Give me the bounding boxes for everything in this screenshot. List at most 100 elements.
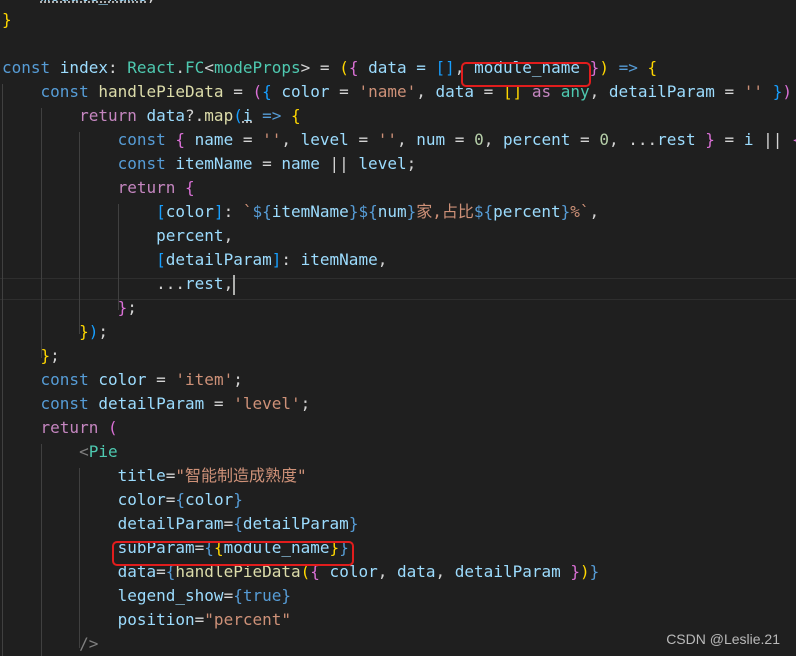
code-token: num xyxy=(377,202,407,221)
code-line[interactable]: const detailParam = 'level'; xyxy=(2,392,311,416)
code-token: } xyxy=(281,586,292,605)
code-token: '' xyxy=(262,130,282,149)
code-token: color xyxy=(165,202,214,221)
code-token: || xyxy=(319,154,359,173)
code-token: 'name' xyxy=(358,82,417,101)
code-line[interactable]: module_name; xyxy=(2,0,157,8)
code-line[interactable]: const handlePieData = ({ color = 'name',… xyxy=(2,80,792,104)
code-line[interactable]: percent, xyxy=(2,224,233,248)
code-token: ( xyxy=(339,58,349,77)
code-token: const xyxy=(2,58,60,77)
code-token: , xyxy=(589,82,609,101)
code-token: ( xyxy=(233,106,243,125)
code-token: "percent" xyxy=(204,610,291,629)
code-token: , xyxy=(281,130,301,149)
code-line[interactable]: return { xyxy=(2,176,195,200)
code-token: : xyxy=(281,250,301,269)
code-line[interactable]: position="percent" xyxy=(2,608,291,632)
code-token: . xyxy=(175,58,186,77)
code-line[interactable]: [detailParam]: itemName, xyxy=(2,248,387,272)
code-token: rest xyxy=(185,274,224,293)
code-token: } xyxy=(406,202,417,221)
code-token: title xyxy=(117,466,166,485)
code-token: } xyxy=(348,202,359,221)
code-token: = xyxy=(223,82,253,101)
code-line[interactable]: /> xyxy=(2,632,98,656)
code-token: ; xyxy=(50,346,60,365)
code-token: name xyxy=(281,154,320,173)
code-token: ; xyxy=(98,322,108,341)
code-token: { xyxy=(175,130,186,149)
code-token: ${ xyxy=(358,202,378,221)
code-line[interactable]: } xyxy=(2,8,12,32)
code-token: modeProps xyxy=(213,58,301,77)
code-line[interactable]: legend_show={true} xyxy=(2,584,291,608)
code-token: , xyxy=(223,274,234,293)
code-token: ) xyxy=(782,82,792,101)
code-line[interactable]: <Pie xyxy=(2,440,118,464)
code-token: = xyxy=(570,130,600,149)
code-token: data xyxy=(396,562,436,581)
code-token: return xyxy=(79,106,147,125)
code-token: const xyxy=(40,82,99,101)
code-line[interactable]: }); xyxy=(2,320,108,344)
code-token: , xyxy=(416,82,436,101)
code-line[interactable]: }; xyxy=(2,296,137,320)
code-token: = xyxy=(204,394,234,413)
code-token: ${ xyxy=(252,202,272,221)
code-token: || xyxy=(753,130,792,149)
code-line[interactable]: color={color} xyxy=(2,488,243,512)
code-token: = xyxy=(348,130,378,149)
code-token: , xyxy=(223,226,234,245)
code-line[interactable]: }; xyxy=(2,344,60,368)
code-token: < xyxy=(204,58,214,77)
code-token: , xyxy=(483,130,503,149)
code-line[interactable]: return ( xyxy=(2,416,118,440)
code-line[interactable]: [color]: `${itemName}${num}家,占比${percent… xyxy=(2,200,599,224)
code-token: ) xyxy=(599,58,609,77)
code-token: } xyxy=(560,562,581,581)
code-line[interactable]: detailParam={detailParam} xyxy=(2,512,359,536)
code-token: const xyxy=(40,394,99,413)
code-token: } xyxy=(589,58,600,77)
code-token: itemName xyxy=(300,250,378,269)
code-token: , xyxy=(435,562,455,581)
code-token: } xyxy=(2,10,12,29)
code-token: '' xyxy=(743,82,764,101)
code-line[interactable]: return data?.map(i => { xyxy=(2,104,301,128)
code-editor[interactable]: module_name;}const index: React.FC<modeP… xyxy=(0,0,796,656)
code-token: level xyxy=(300,130,349,149)
code-token: name xyxy=(185,130,234,149)
code-line[interactable]: ...rest, xyxy=(2,272,236,296)
code-token: "智能制造成熟度" xyxy=(175,466,307,485)
code-token: } xyxy=(763,82,783,101)
code-token: ; xyxy=(127,298,137,317)
code-line[interactable]: const color = 'item'; xyxy=(2,368,243,392)
code-token: ] xyxy=(271,250,282,269)
code-token: ] xyxy=(213,202,224,221)
code-token: = xyxy=(445,130,475,149)
highlight-box-module-name-param xyxy=(461,62,591,87)
code-token: , xyxy=(396,130,417,149)
code-token: map xyxy=(204,106,234,125)
code-line[interactable]: const itemName = name || level; xyxy=(2,152,417,176)
code-token: ; xyxy=(233,370,243,389)
code-token: %` xyxy=(570,202,590,221)
code-token: { xyxy=(233,586,243,605)
code-line[interactable]: const { name = '', level = '', num = 0, … xyxy=(2,128,796,152)
code-token: return xyxy=(40,418,108,437)
code-token: detailParam xyxy=(165,250,272,269)
code-line[interactable]: title="智能制造成熟度" xyxy=(2,464,307,488)
